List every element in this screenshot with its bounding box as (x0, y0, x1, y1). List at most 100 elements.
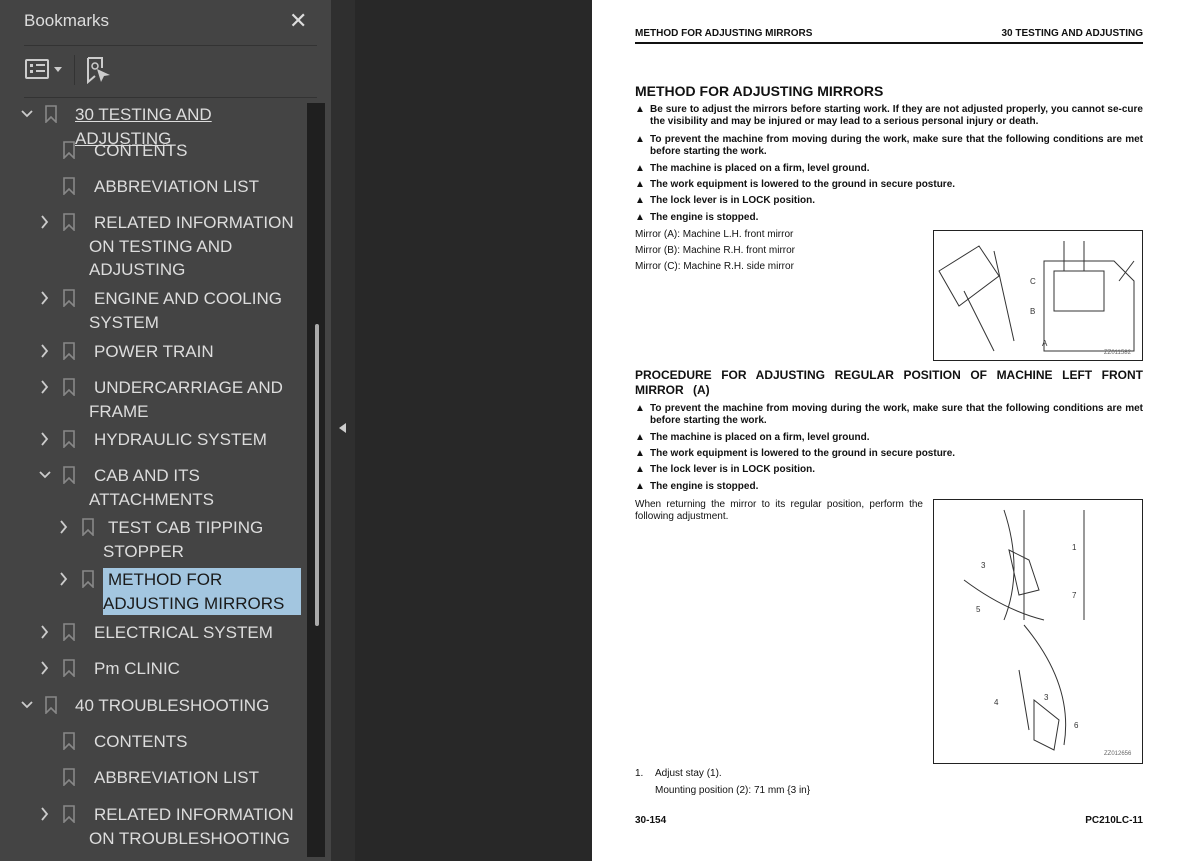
warning-item: ▲ The machine is placed on a firm, level … (635, 432, 1143, 444)
subsection-title: PROCEDURE FOR ADJUSTING REGULAR POSITION… (635, 368, 1143, 397)
bookmark-label: 40 TROUBLESHOOTING (70, 694, 269, 718)
bookmark-label: METHOD FOR ADJUSTING MIRRORS (103, 568, 301, 615)
label-line: UNDERCARRIAGE AND (94, 378, 283, 397)
chevron-down-icon[interactable] (20, 696, 34, 714)
chevron-right-icon[interactable] (38, 342, 52, 360)
chevron-right-icon[interactable] (38, 289, 52, 307)
mirror-adjust-figure: 3 1 7 5 4 3 6 ZZ012656 (933, 499, 1143, 764)
warning-item: ▲ The work equipment is lowered to the gr… (635, 448, 1143, 460)
bookmark-label: RELATED INFORMATION ON TESTING AND ADJUSTI… (89, 211, 294, 282)
label-line: ABBREVIATION LIST (94, 177, 260, 196)
chevron-right-icon[interactable] (38, 378, 52, 396)
bookmark-icon (45, 696, 57, 714)
divider (24, 45, 317, 46)
bookmark-label: Pm CLINIC (89, 657, 180, 681)
label-line: 40 TROUBLESHOOTING (75, 696, 270, 715)
warning-icon: ▲ (635, 481, 645, 492)
list-options-icon[interactable] (25, 59, 49, 79)
warning-icon: ▲ (635, 104, 645, 115)
chevron-right-icon[interactable] (38, 805, 52, 823)
warning-icon: ▲ (635, 195, 645, 206)
dropdown-caret-icon[interactable] (54, 67, 62, 76)
bookmark-label: ABBREVIATION LIST (89, 766, 259, 790)
collapse-panel-icon[interactable] (339, 423, 346, 433)
label-line: ON TROUBLESHOOTING (89, 828, 290, 848)
bookmark-label: ENGINE AND COOLING SYSTEM (89, 287, 282, 334)
warning-text: The machine is placed on a firm, level g… (650, 163, 870, 174)
header-rule (635, 42, 1143, 44)
bookmark-icon (63, 732, 75, 750)
warning-icon: ▲ (635, 179, 645, 190)
label-line: ON TESTING AND (89, 236, 233, 256)
chevron-right-icon[interactable] (38, 659, 52, 677)
mirror-a: Mirror (A): Machine L.H. front mirror (635, 229, 794, 240)
warning-item: ▲ The machine is placed on a firm, level … (635, 163, 1143, 175)
bookmark-icon (82, 570, 94, 588)
warning-text: The engine is stopped. (650, 212, 759, 223)
machine-illustration: C B A ZZ011582 (938, 241, 1135, 356)
label-line: ADJUSTING (89, 260, 186, 279)
bookmark-label: UNDERCARRIAGE AND FRAME (89, 376, 283, 423)
bookmark-icon (63, 141, 75, 159)
warning-text: The engine is stopped. (650, 481, 759, 492)
bookmark-icon (63, 623, 75, 641)
intro-text: When returning the mirror to its regular… (635, 499, 923, 522)
warning-text: The machine is placed on a firm, level g… (650, 432, 870, 443)
bookmark-icon (63, 659, 75, 677)
bookmark-label: TEST CAB TIPPING STOPPER (103, 516, 263, 563)
warning-item: ▲ To prevent the machine from moving duri… (635, 134, 1143, 158)
warning-text: To prevent the machine from moving durin… (650, 403, 1143, 426)
chevron-right-icon[interactable] (57, 518, 71, 536)
warning-icon: ▲ (635, 464, 645, 475)
mirror-c: Mirror (C): Machine R.H. side mirror (635, 261, 794, 272)
chevron-down-icon[interactable] (20, 105, 34, 123)
chevron-right-icon[interactable] (57, 570, 71, 588)
chevron-right-icon[interactable] (38, 623, 52, 641)
svg-text:B: B (1030, 307, 1035, 316)
chevron-down-icon[interactable] (38, 466, 52, 484)
label-line: METHOD FOR (108, 570, 223, 589)
chevron-right-icon[interactable] (38, 430, 52, 448)
bookmark-icon (63, 177, 75, 195)
warning-text: To prevent the machine from moving durin… (650, 134, 1143, 157)
label-line: POWER TRAIN (94, 342, 214, 361)
document-page: METHOD FOR ADJUSTING MIRRORS 30 TESTING … (592, 0, 1200, 861)
running-header-right: 30 TESTING AND ADJUSTING (1001, 28, 1144, 39)
section-title: METHOD FOR ADJUSTING MIRRORS (635, 83, 884, 99)
bookmark-icon (82, 518, 94, 536)
warning-text: The lock lever is in LOCK position. (650, 464, 816, 475)
svg-text:6: 6 (1074, 721, 1079, 730)
warning-item: ▲ The lock lever is in LOCK position. (635, 464, 1143, 476)
label-line: ATTACHMENTS (89, 489, 214, 509)
warning-item: ▲ The work equipment is lowered to the gr… (635, 179, 1143, 191)
warning-item: ▲ The engine is stopped. (635, 481, 1143, 493)
bookmark-label: RELATED INFORMATION ON TROUBLESHOOTING (89, 803, 294, 850)
bookmark-label: POWER TRAIN (89, 340, 214, 364)
svg-text:ZZ011582: ZZ011582 (1104, 350, 1132, 356)
mirror-locations-figure: C B A ZZ011582 (933, 230, 1143, 361)
label-line: ENGINE AND COOLING (94, 289, 282, 308)
label-line: STOPPER (103, 541, 184, 561)
warning-icon: ▲ (635, 134, 645, 145)
bookmark-icon (63, 430, 75, 448)
label-line: ABBREVIATION LIST (94, 768, 260, 787)
close-icon[interactable]: ✕ (289, 8, 307, 34)
label-line: TEST CAB TIPPING (108, 518, 264, 537)
scrollbar-thumb[interactable] (315, 324, 319, 626)
mirror-b: Mirror (B): Machine R.H. front mirror (635, 245, 796, 256)
find-bookmark-icon[interactable] (86, 56, 112, 84)
label-line: RELATED INFORMATION (94, 213, 294, 232)
bookmark-icon (63, 805, 75, 823)
svg-text:A: A (1042, 339, 1048, 348)
warning-icon: ▲ (635, 212, 645, 223)
bookmark-icon (63, 213, 75, 231)
svg-text:5: 5 (976, 605, 981, 614)
svg-text:ZZ012656: ZZ012656 (1104, 751, 1132, 757)
running-header-left: METHOD FOR ADJUSTING MIRRORS (635, 28, 813, 39)
warning-icon: ▲ (635, 403, 645, 414)
chevron-right-icon[interactable] (38, 213, 52, 231)
toolbar-separator (74, 55, 75, 85)
warning-text: The lock lever is in LOCK position. (650, 195, 816, 206)
warning-icon: ▲ (635, 432, 645, 443)
label-line: ADJUSTING MIRRORS (103, 593, 285, 613)
